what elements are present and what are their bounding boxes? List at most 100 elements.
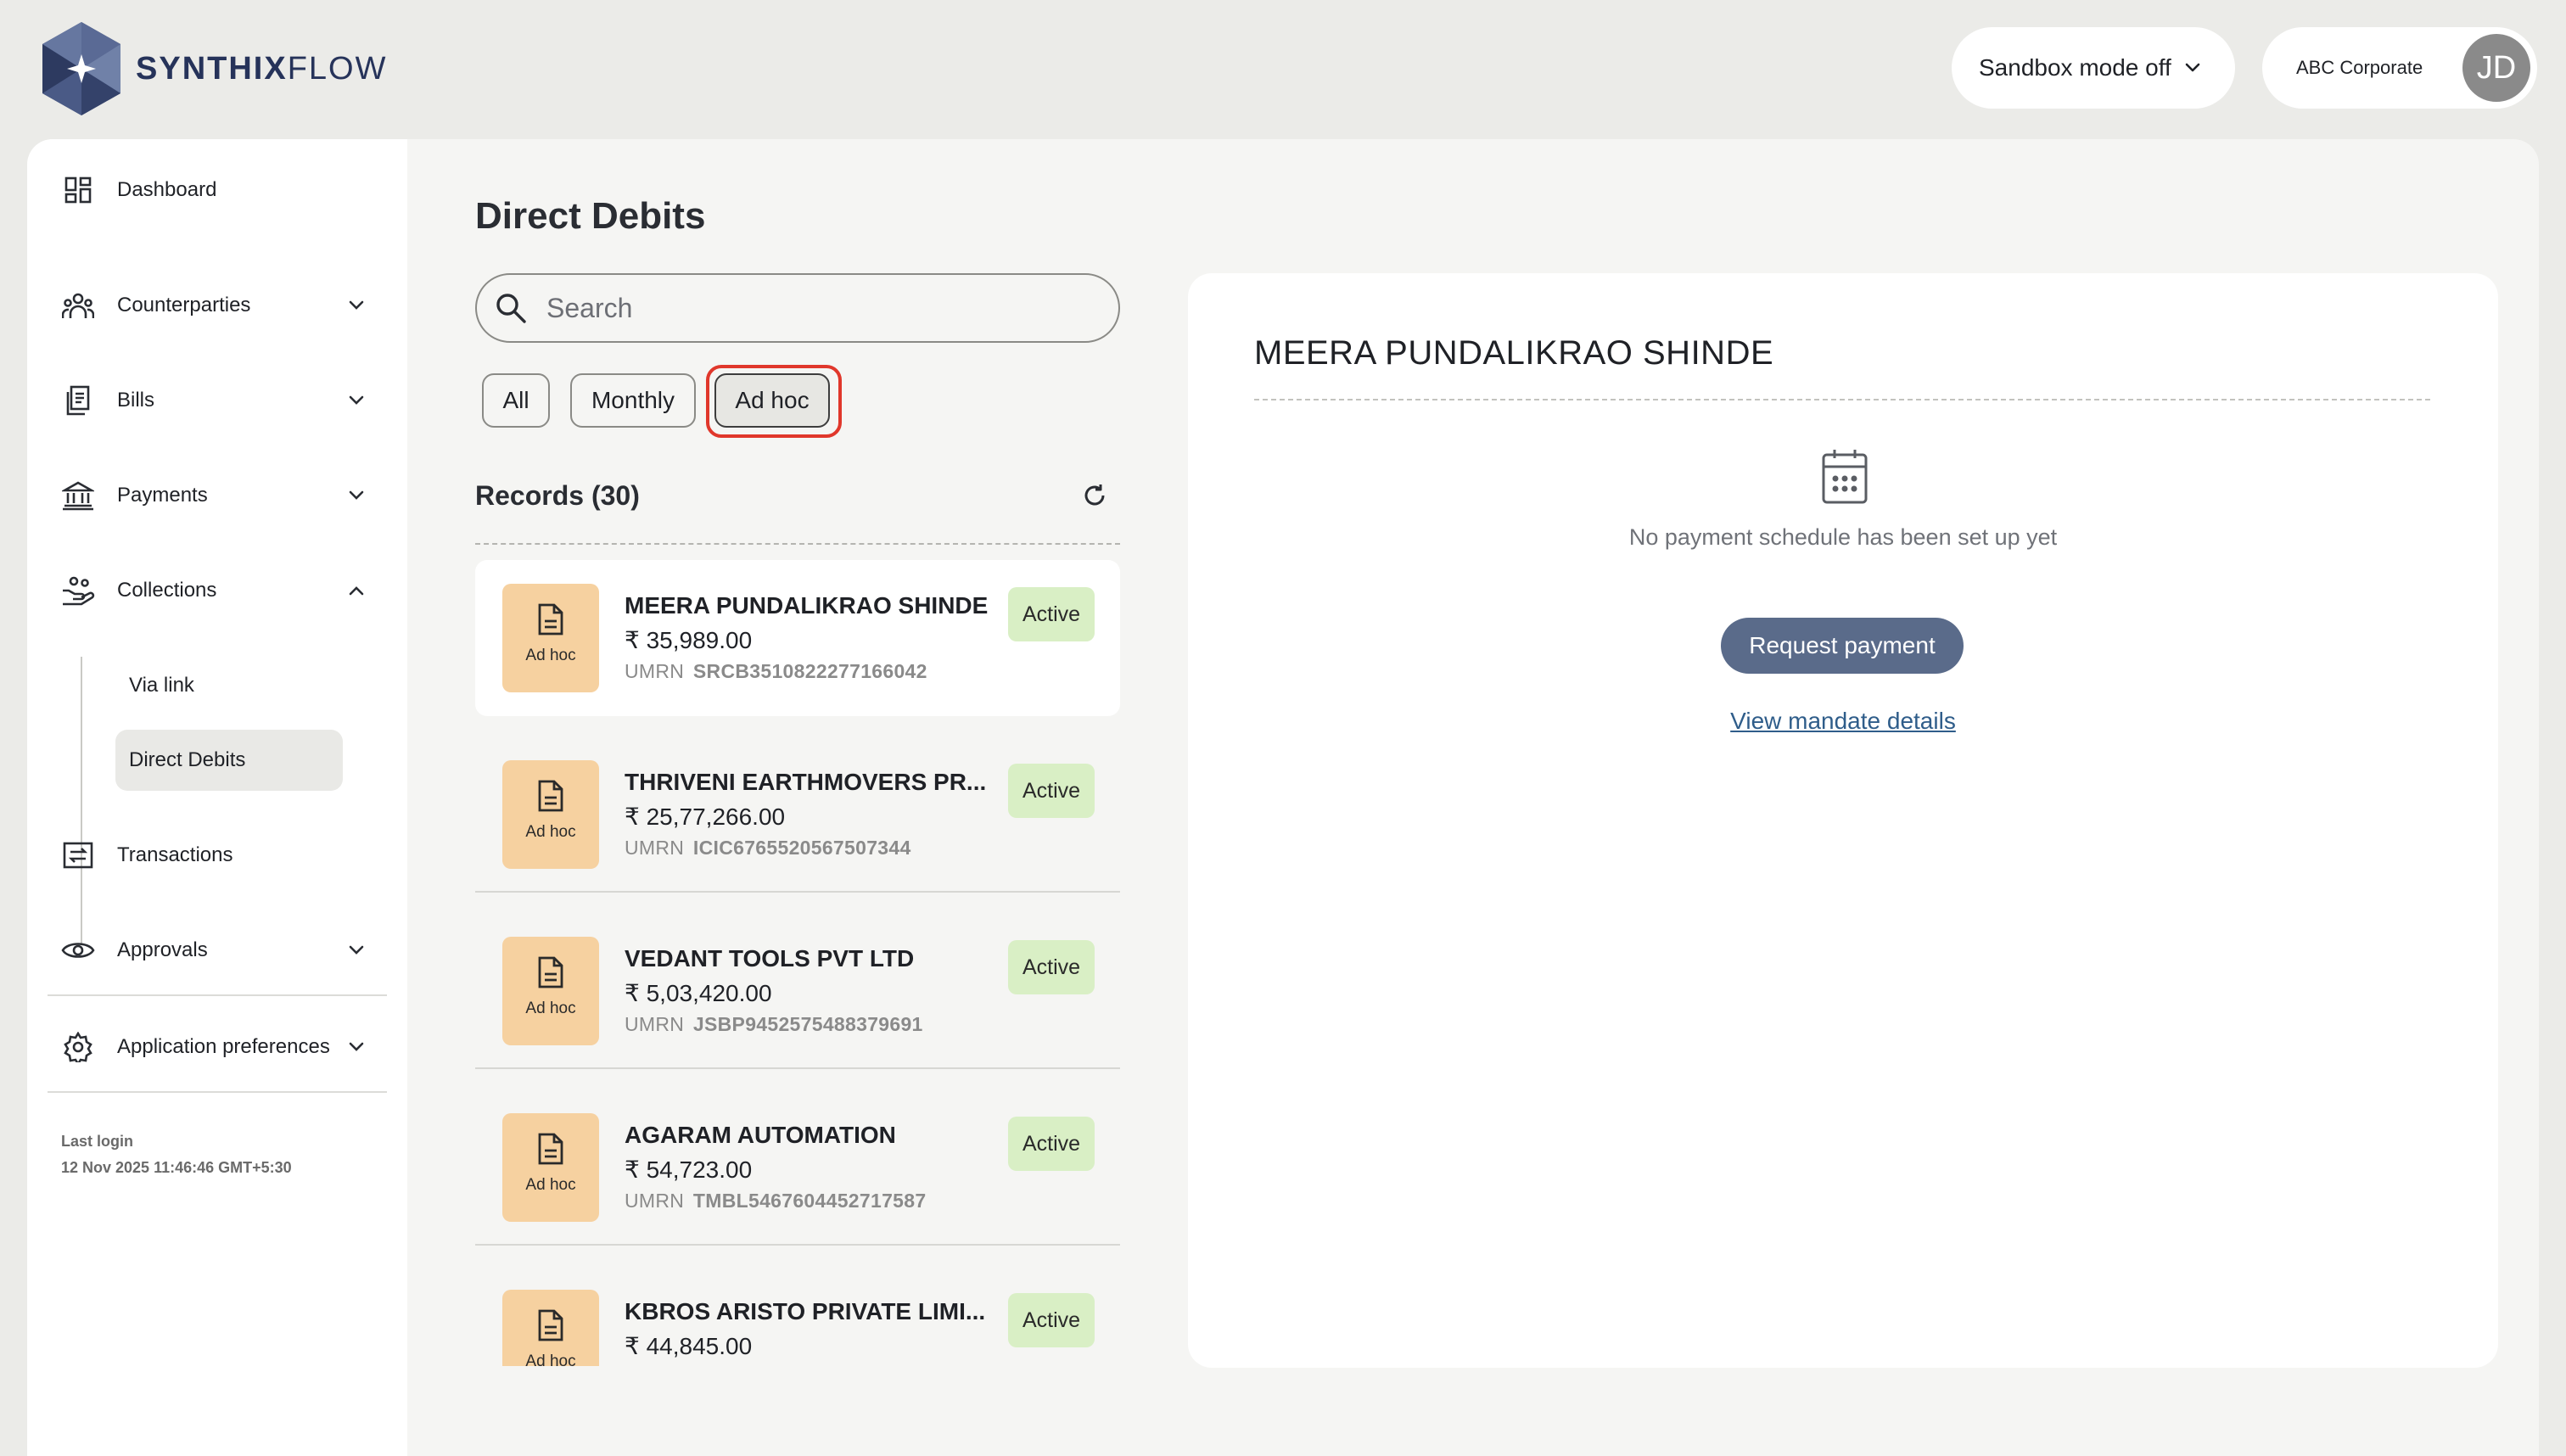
brand-name: SYNTHIXFLOW — [136, 50, 388, 87]
sidebar-subitem-label: Via link — [129, 674, 194, 697]
detail-customer-name: MEERA PUNDALIKRAO SHINDE — [1254, 334, 1774, 372]
sidebar-item-label: Application preferences — [117, 1035, 330, 1058]
status-badge: Active — [1008, 1117, 1095, 1171]
chevron-down-icon — [349, 490, 364, 500]
view-mandate-details-link: View mandate details — [1188, 708, 2498, 735]
record-card[interactable]: Ad hoc KBROS ARISTO PRIVATE LIMI... ₹ 44… — [475, 1266, 1120, 1366]
chevron-down-icon — [2185, 63, 2200, 72]
sidebar-item-label: Payments — [117, 484, 208, 507]
calendar-icon — [1822, 450, 1868, 504]
record-type-label: Ad hoc — [525, 1000, 576, 1017]
record-amount: ₹ 54,723.00 — [625, 1156, 753, 1183]
collections-icon — [61, 574, 95, 608]
record-type-tile: Ad hoc — [502, 1113, 599, 1222]
search-icon — [496, 294, 526, 323]
brand-logo[interactable]: SYNTHIXFLOW — [37, 20, 387, 117]
chevron-down-icon — [349, 945, 364, 955]
record-card[interactable]: Ad hoc THRIVENI EARTHMOVERS PR... ₹ 25,7… — [475, 736, 1120, 893]
filter-chip-all[interactable]: All — [482, 373, 550, 428]
record-type-label: Ad hoc — [525, 647, 576, 664]
record-name: KBROS ARISTO PRIVATE LIMI... — [625, 1298, 986, 1324]
chevron-down-icon — [349, 1042, 364, 1051]
record-name: THRIVENI EARTHMOVERS PR... — [625, 769, 987, 795]
status-badge: Active — [1008, 1293, 1095, 1347]
sidebar-item-application-preferences[interactable]: Application preferences — [61, 1022, 380, 1072]
last-login-label: Last login — [61, 1133, 133, 1150]
document-icon — [538, 956, 563, 988]
sandbox-mode-dropdown[interactable]: Sandbox mode off — [1952, 27, 2235, 109]
chevron-down-icon — [349, 300, 364, 310]
record-card[interactable]: Ad hoc VEDANT TOOLS PVT LTD ₹ 5,03,420.0… — [475, 913, 1120, 1069]
sidebar-item-transactions[interactable]: Transactions — [61, 830, 380, 881]
filter-chip-monthly[interactable]: Monthly — [570, 373, 696, 428]
record-name: AGARAM AUTOMATION — [625, 1122, 896, 1148]
record-amount: ₹ 5,03,420.00 — [625, 980, 772, 1006]
sidebar-item-collections[interactable]: Collections — [61, 565, 380, 616]
chevron-down-icon — [349, 395, 364, 405]
document-icon — [538, 780, 563, 812]
avatar[interactable]: JD — [2462, 34, 2530, 102]
record-name: MEERA PUNDALIKRAO SHINDE — [625, 592, 989, 619]
document-icon — [538, 1133, 563, 1165]
record-type-tile: Ad hoc — [502, 937, 599, 1045]
record-umrn: UMRN TMBL5467604452717587 — [625, 1190, 927, 1212]
top-bar: SYNTHIXFLOW Sandbox mode off ABC Corpora… — [0, 0, 2566, 139]
sandbox-mode-label: Sandbox mode off — [1979, 54, 2171, 81]
search-input[interactable] — [546, 292, 1090, 324]
record-type-tile: Ad hoc — [502, 760, 599, 869]
sidebar-item-label: Counterparties — [117, 294, 251, 316]
last-login-value: 12 Nov 2025 11:46:46 GMT+5:30 — [61, 1159, 292, 1176]
detail-divider — [1254, 399, 2430, 400]
transactions-icon — [61, 838, 95, 872]
sidebar-item-bills[interactable]: Bills — [61, 375, 380, 426]
selection-highlight — [706, 365, 842, 438]
status-badge: Active — [1008, 940, 1095, 994]
sidebar-subitem-direct-debits[interactable]: Direct Debits — [115, 730, 343, 791]
sidebar-item-payments[interactable]: Payments — [61, 470, 380, 521]
account-menu[interactable]: ABC Corporate JD — [2262, 27, 2537, 109]
record-type-tile: Ad hoc — [502, 584, 599, 692]
sidebar-subitem-label: Direct Debits — [129, 748, 246, 771]
document-icon — [538, 1309, 563, 1341]
record-name: VEDANT TOOLS PVT LTD — [625, 945, 915, 972]
gear-icon — [61, 1030, 95, 1064]
sidebar-divider — [48, 994, 387, 996]
status-badge: Active — [1008, 587, 1095, 641]
record-type-label: Ad hoc — [525, 823, 576, 841]
dashboard-icon — [61, 173, 95, 207]
sidebar-item-label: Approvals — [117, 938, 208, 961]
chevron-up-icon — [349, 586, 364, 596]
page-title: Direct Debits — [475, 195, 706, 237]
sidebar-item-approvals[interactable]: Approvals — [61, 925, 380, 976]
record-amount: ₹ 44,845.00 — [625, 1333, 753, 1359]
record-type-label: Ad hoc — [525, 1352, 576, 1366]
record-card[interactable]: Ad hoc AGARAM AUTOMATION ₹ 54,723.00 UMR… — [475, 1089, 1120, 1246]
corporate-name: ABC Corporate — [2296, 57, 2423, 78]
record-umrn: UMRN SRCB3510822277166042 — [625, 660, 927, 682]
record-card[interactable]: Ad hoc MEERA PUNDALIKRAO SHINDE ₹ 35,989… — [475, 560, 1120, 716]
sidebar-subitem-via-link[interactable]: Via link — [115, 655, 343, 716]
records-heading: Records (30) — [475, 480, 640, 511]
record-amount: ₹ 35,989.00 — [625, 627, 753, 653]
sidebar-item-label: Dashboard — [117, 178, 217, 201]
app-shell: Dashboard Counterparties Bills Payments — [27, 139, 2539, 1456]
logo-mark-icon — [42, 22, 120, 115]
sidebar-item-counterparties[interactable]: Counterparties — [61, 280, 380, 331]
record-umrn: UMRN ICIC6765520567507344 — [625, 837, 911, 859]
view-mandate-details-link-text[interactable]: View mandate details — [1730, 708, 1956, 734]
refresh-icon[interactable] — [1081, 482, 1108, 509]
sidebar-item-dashboard[interactable]: Dashboard — [61, 165, 380, 216]
last-login: Last login 12 Nov 2025 11:46:46 GMT+5:30 — [61, 1128, 292, 1181]
sidebar-item-label: Bills — [117, 389, 155, 412]
request-payment-button[interactable]: Request payment — [1721, 618, 1964, 674]
record-type-label: Ad hoc — [525, 1176, 576, 1194]
records-divider — [475, 543, 1120, 545]
submenu-guide-line — [81, 657, 82, 945]
record-amount: ₹ 25,77,266.00 — [625, 804, 786, 830]
search-box[interactable] — [475, 273, 1120, 343]
bills-icon — [61, 384, 95, 417]
document-icon — [538, 603, 563, 636]
sidebar: Dashboard Counterparties Bills Payments — [27, 139, 407, 1456]
sidebar-divider — [48, 1091, 387, 1093]
people-icon — [61, 288, 95, 322]
